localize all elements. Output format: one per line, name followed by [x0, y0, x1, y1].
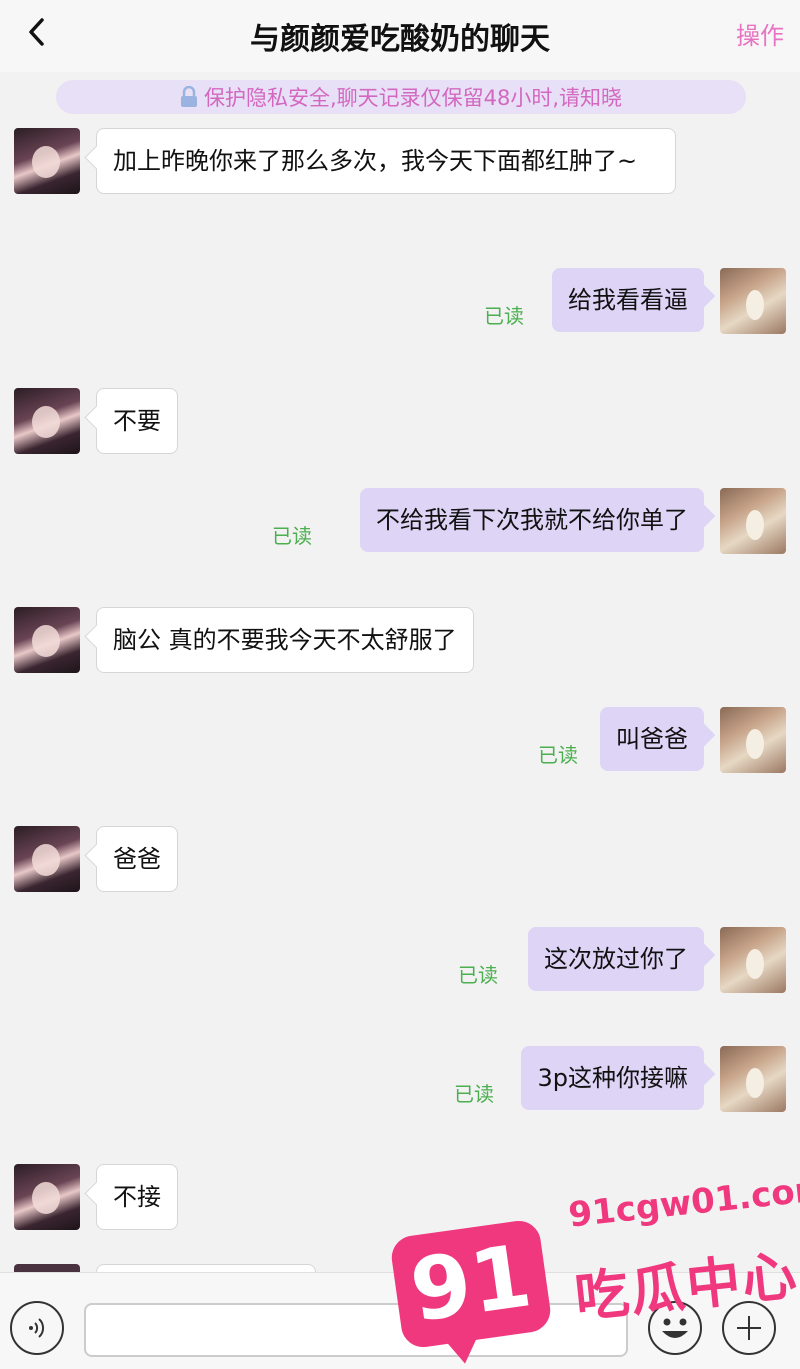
self-avatar[interactable] — [720, 927, 786, 993]
watermark: 91 91cgw01.com 吃瓜中心 — [388, 1168, 800, 1369]
outgoing-message: 给我看看逼 — [552, 268, 704, 332]
outgoing-message: 3p这种你接嘛 — [521, 1046, 704, 1110]
incoming-message: 不接 — [96, 1164, 178, 1230]
self-avatar[interactable] — [720, 268, 786, 334]
self-avatar[interactable] — [720, 1046, 786, 1112]
watermark-name: 吃瓜中心 — [571, 1243, 800, 1330]
voice-icon — [29, 1318, 45, 1338]
incoming-message: 不要 — [96, 388, 178, 454]
outgoing-message: 不给我看下次我就不给你单了 — [360, 488, 704, 552]
watermark-domain: 91cgw01.com — [566, 1168, 800, 1236]
incoming-message: 脑公 真的不要我今天不太舒服了 — [96, 607, 474, 673]
read-status: 已读 — [538, 743, 578, 767]
privacy-notice-text: 保护隐私安全,聊天记录仅保留48小时,请知晓 — [203, 86, 623, 110]
outgoing-message: 这次放过你了 — [528, 927, 704, 991]
read-status: 已读 — [484, 304, 524, 328]
read-status: 已读 — [458, 963, 498, 987]
contact-avatar[interactable] — [14, 826, 80, 892]
lock-icon — [180, 86, 197, 107]
incoming-message: 爸爸 — [96, 826, 178, 892]
incoming-message: 加上昨晚你来了那么多次，我今天下面都红肿了~ — [96, 128, 676, 194]
incoming-message — [96, 1264, 316, 1272]
privacy-notice: 保护隐私安全,聊天记录仅保留48小时,请知晓 — [56, 80, 746, 114]
action-button[interactable]: 操作 — [736, 16, 784, 51]
contact-avatar[interactable] — [14, 1164, 80, 1230]
contact-avatar[interactable] — [14, 128, 80, 194]
self-avatar[interactable] — [720, 488, 786, 554]
outgoing-message: 叫爸爸 — [600, 707, 704, 771]
contact-avatar[interactable] — [14, 607, 80, 673]
read-status: 已读 — [272, 524, 312, 548]
voice-button[interactable] — [10, 1301, 64, 1355]
contact-avatar[interactable] — [14, 388, 80, 454]
watermark-badge: 91 — [388, 1218, 554, 1350]
chat-header: 与颜颜爱吃酸奶的聊天 操作 — [0, 0, 800, 72]
read-status: 已读 — [454, 1082, 494, 1106]
self-avatar[interactable] — [720, 707, 786, 773]
contact-avatar — [14, 1264, 80, 1272]
chat-title: 与颜颜爱吃酸奶的聊天 — [250, 22, 550, 57]
